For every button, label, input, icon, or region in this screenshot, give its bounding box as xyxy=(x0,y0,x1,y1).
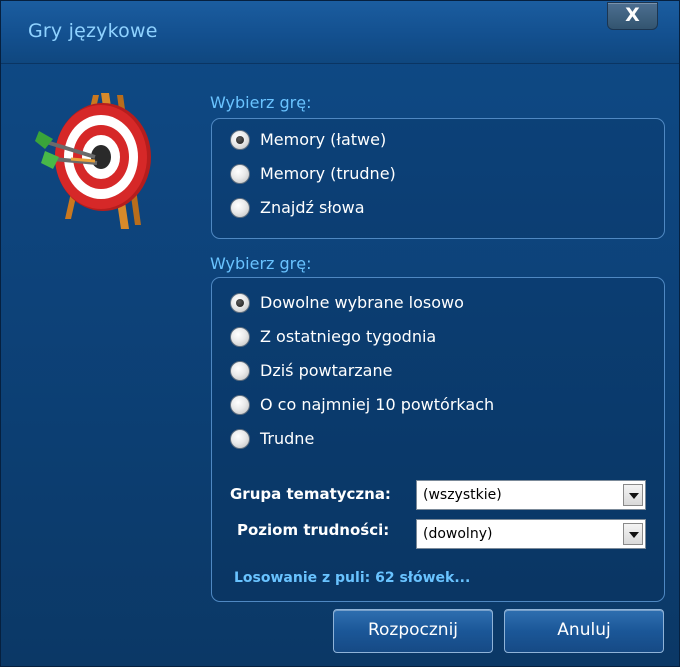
topic-group-select[interactable]: (wszystkie) xyxy=(416,480,646,510)
radio-button[interactable] xyxy=(230,395,250,415)
radio-label: Dowolne wybrane losowo xyxy=(260,293,464,312)
radio-button[interactable] xyxy=(230,327,250,347)
chevron-down-icon[interactable] xyxy=(623,523,643,545)
radio-button[interactable] xyxy=(230,198,250,218)
game-section-label: Wybierz grę: xyxy=(210,93,312,112)
radio-label: Dziś powtarzane xyxy=(260,361,393,380)
radio-button[interactable] xyxy=(230,361,250,381)
word-section-label: Wybierz grę: xyxy=(210,254,312,273)
radio-button[interactable] xyxy=(230,164,250,184)
radio-label: Memory (łatwe) xyxy=(260,130,387,149)
cancel-button[interactable]: Anuluj xyxy=(504,609,664,653)
radio-label: O co najmniej 10 powtórkach xyxy=(260,395,495,414)
dialog-window: Gry językowe X Wybierz grę: Memory (łatw… xyxy=(0,0,680,667)
chevron-down-icon[interactable] xyxy=(623,484,643,506)
close-button[interactable]: X xyxy=(607,2,658,30)
topic-group-value: (wszystkie) xyxy=(423,487,502,503)
radio-label: Znajdź słowa xyxy=(260,198,365,217)
topic-group-label: Grupa tematyczna: xyxy=(230,485,391,503)
window-title: Gry językowe xyxy=(28,20,158,42)
pool-info-text: Losowanie z puli: 62 słówek... xyxy=(234,570,471,586)
close-icon: X xyxy=(625,4,640,26)
game-options-group: Memory (łatwe) Memory (trudne) Znajdź sł… xyxy=(211,118,665,239)
difficulty-value: (dowolny) xyxy=(423,526,493,542)
radio-button-selected[interactable] xyxy=(230,130,250,150)
radio-button[interactable] xyxy=(230,429,250,449)
radio-label: Trudne xyxy=(260,429,315,448)
title-bar: Gry językowe X xyxy=(1,1,679,64)
dartboard-target-icon xyxy=(35,93,151,229)
radio-label: Z ostatniego tygodnia xyxy=(260,327,437,346)
start-button[interactable]: Rozpocznij xyxy=(333,609,493,653)
radio-button-selected[interactable] xyxy=(230,293,250,313)
difficulty-label: Poziom trudności: xyxy=(237,521,390,539)
difficulty-select[interactable]: (dowolny) xyxy=(416,519,646,549)
radio-label: Memory (trudne) xyxy=(260,164,396,183)
word-options-group: Dowolne wybrane losowo Z ostatniego tygo… xyxy=(211,277,665,602)
